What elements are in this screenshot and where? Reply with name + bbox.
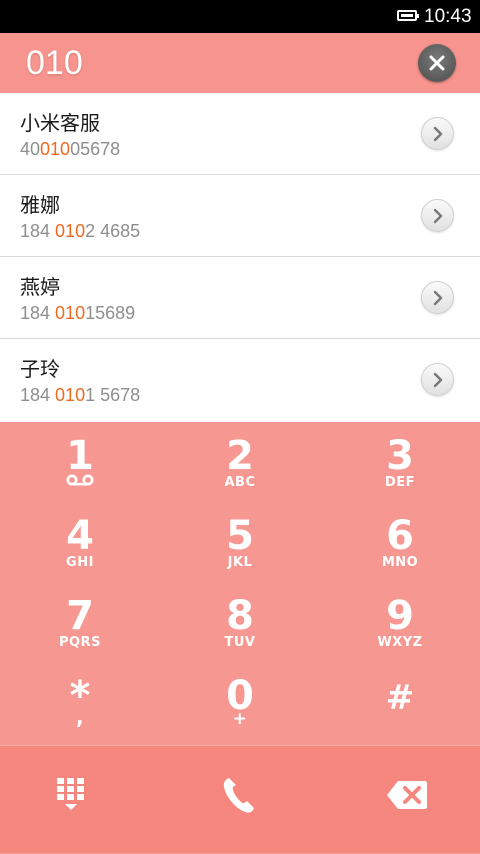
key-letters: + [232, 709, 248, 729]
key-4[interactable]: 4 GHI [0, 502, 160, 582]
dialed-number: 010 [26, 44, 83, 82]
number-match: 010 [40, 139, 71, 159]
contact-detail-button[interactable] [421, 363, 454, 396]
contact-detail-button[interactable] [421, 281, 454, 314]
dialpad: 1 2 ABC 3 DEF 4 GHI 5 JKL 6 MNO 7 PQRS 8… [0, 422, 480, 745]
key-9[interactable]: 9 WXYZ [320, 582, 480, 662]
key-8[interactable]: 8 TUV [160, 582, 320, 662]
key-3[interactable]: 3 DEF [320, 422, 480, 502]
key-digit: # [385, 678, 415, 718]
contact-number: 184 01015689 [20, 303, 136, 323]
key-letters: TUV [224, 635, 256, 650]
key-digit: 2 [226, 433, 254, 479]
contact-number: 184 0101 5678 [20, 385, 141, 405]
key-6[interactable]: 6 MNO [320, 502, 480, 582]
dialpad-toggle-icon [57, 778, 84, 810]
action-bar [0, 745, 480, 853]
contact-number: 184 0102 4685 [20, 221, 141, 241]
clear-button[interactable] [418, 44, 456, 82]
key-digit: 8 [226, 593, 254, 639]
key-letters: WXYZ [377, 635, 423, 650]
contact-name: 小米客服 [20, 111, 100, 135]
number-match: 010 [55, 385, 86, 405]
key-5[interactable]: 5 JKL [160, 502, 320, 582]
key-letters: MNO [381, 555, 419, 570]
status-time: 10:43 [424, 6, 472, 27]
dialpad-toggle-button[interactable] [0, 746, 160, 854]
dial-header: 010 [0, 33, 480, 93]
phone-call-icon [223, 778, 254, 813]
contact-row[interactable]: 雅娜 184 0102 4685 [0, 175, 480, 257]
key-digit: 4 [66, 513, 94, 559]
voicemail-icon [66, 474, 94, 486]
chevron-right-icon [433, 126, 443, 142]
key-2[interactable]: 2 ABC [160, 422, 320, 502]
key-hash[interactable]: # [320, 662, 480, 742]
key-letters: GHI [66, 555, 94, 570]
status-bar: 10:43 [0, 0, 480, 33]
contact-name: 雅娜 [20, 193, 60, 217]
search-results-list: 小米客服 4001005678 雅娜 184 0102 4685 燕婷 184 … [0, 93, 480, 422]
close-icon [429, 55, 445, 71]
battery-icon [397, 10, 419, 21]
contact-name: 子玲 [20, 357, 60, 381]
contact-row[interactable]: 小米客服 4001005678 [0, 93, 480, 175]
key-letters: ABC [224, 475, 256, 490]
chevron-right-icon [433, 372, 443, 388]
contact-name: 燕婷 [20, 275, 60, 299]
key-1[interactable]: 1 [0, 422, 160, 502]
contact-detail-button[interactable] [421, 199, 454, 232]
number-match: 010 [55, 303, 86, 323]
key-digit: 7 [66, 593, 94, 639]
contact-number: 4001005678 [20, 139, 121, 159]
key-digit: 5 [226, 513, 254, 559]
key-0[interactable]: 0 + [160, 662, 320, 742]
contact-row[interactable]: 燕婷 184 01015689 [0, 257, 480, 339]
number-match: 010 [55, 221, 86, 241]
backspace-button[interactable] [320, 746, 480, 854]
contact-row[interactable]: 子玲 184 0101 5678 [0, 339, 480, 422]
contact-detail-button[interactable] [421, 117, 454, 150]
key-digit: 3 [386, 433, 414, 479]
key-digit: 1 [66, 433, 94, 479]
chevron-right-icon [433, 208, 443, 224]
key-7[interactable]: 7 PQRS [0, 582, 160, 662]
chevron-right-icon [433, 290, 443, 306]
key-star[interactable]: * , [0, 662, 160, 742]
call-button[interactable] [160, 746, 320, 854]
key-digit: 9 [386, 593, 414, 639]
key-digit: 6 [386, 513, 414, 559]
key-letters: JKL [227, 555, 253, 570]
key-letters: DEF [384, 475, 416, 490]
key-letters: , [75, 705, 85, 729]
backspace-icon [387, 781, 427, 809]
key-letters: PQRS [59, 635, 101, 650]
